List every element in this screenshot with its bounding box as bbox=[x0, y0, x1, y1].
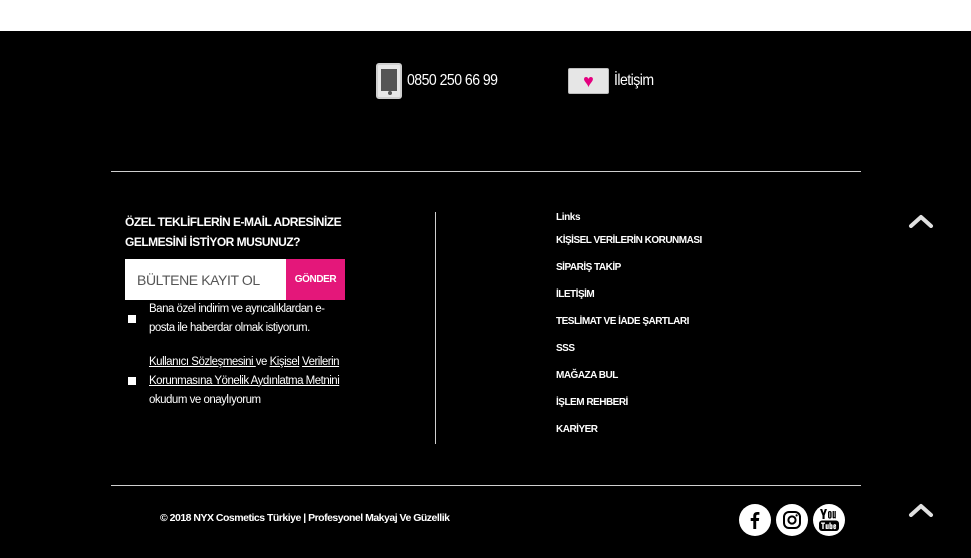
youtube-icon[interactable] bbox=[813, 504, 845, 536]
privacy-notice-link-a[interactable]: Kişisel bbox=[270, 356, 300, 368]
phone-icon bbox=[376, 63, 402, 99]
list-item: MAĞAZA BUL bbox=[556, 368, 702, 395]
phone-contact[interactable]: 0850 250 66 99 bbox=[376, 62, 510, 100]
divider-bottom bbox=[111, 485, 861, 486]
divider-top bbox=[111, 171, 861, 172]
list-item: SSS bbox=[556, 341, 702, 368]
newsletter-email-input[interactable] bbox=[125, 259, 286, 300]
list-item: İŞLEM REHBERİ bbox=[556, 395, 702, 422]
newsletter-submit-button[interactable]: GÖNDER bbox=[286, 259, 345, 300]
column-divider bbox=[435, 212, 436, 444]
facebook-icon[interactable] bbox=[739, 504, 771, 536]
newsletter-form: GÖNDER bbox=[125, 259, 345, 300]
list-item: SİPARİŞ TAKİP bbox=[556, 260, 702, 287]
list-item: KARİYER bbox=[556, 422, 702, 449]
link-personal-data[interactable]: KİŞİSEL VERİLERİN KORUNMASI bbox=[556, 235, 702, 246]
scroll-to-top-icon[interactable] bbox=[908, 214, 934, 228]
copyright-text: © 2018 NYX Cosmetics Türkiye | Profesyon… bbox=[160, 512, 450, 524]
links-title: Links bbox=[556, 212, 581, 223]
contact-label: İletişim bbox=[614, 72, 654, 89]
link-faq[interactable]: SSS bbox=[556, 343, 575, 354]
link-transaction-guide[interactable]: İŞLEM REHBERİ bbox=[556, 397, 628, 408]
top-white-bar bbox=[0, 0, 971, 31]
list-item: TESLİMAT VE İADE ŞARTLARI bbox=[556, 314, 702, 341]
instagram-icon[interactable] bbox=[776, 504, 808, 536]
link-contact[interactable]: İLETİŞİM bbox=[556, 289, 595, 300]
consent-text-marketing: Bana özel indirim ve ayrıcalıklardan e-p… bbox=[149, 303, 325, 334]
phone-number: 0850 250 66 99 bbox=[407, 72, 498, 89]
link-careers[interactable]: KARİYER bbox=[556, 424, 598, 435]
scroll-to-top-icon[interactable] bbox=[908, 503, 934, 517]
consent-row-marketing: Bana özel indirim ve ayrıcalıklardan e-p… bbox=[128, 300, 344, 338]
link-delivery-returns[interactable]: TESLİMAT VE İADE ŞARTLARI bbox=[556, 316, 689, 327]
consent-checkbox-terms[interactable] bbox=[128, 377, 136, 385]
newsletter-title: ÖZEL TEKLİFLERİN E-MAİL ADRESİNİZE GELME… bbox=[125, 215, 342, 249]
consent-row-terms: Kullanıcı Sözleşmesini ve Kişisel Verile… bbox=[128, 343, 344, 419]
consent-terms-mid: ve bbox=[255, 355, 270, 368]
consent-checkbox-marketing[interactable] bbox=[128, 315, 136, 323]
consent-terms-tail: okudum ve onaylıyorum bbox=[149, 393, 261, 406]
list-item: KİŞİSEL VERİLERİN KORUNMASI bbox=[556, 233, 702, 260]
heart-envelope-icon: ♥ bbox=[568, 68, 609, 94]
list-item: İLETİŞİM bbox=[556, 287, 702, 314]
contact-link[interactable]: ♥ İletişim bbox=[568, 62, 659, 100]
consent-text-terms: Kullanıcı Sözleşmesini ve Kişisel Verile… bbox=[149, 353, 344, 410]
user-agreement-link[interactable]: Kullanıcı Sözleşmesini bbox=[149, 356, 256, 368]
link-store-locator[interactable]: MAĞAZA BUL bbox=[556, 370, 618, 381]
footer-links-list: KİŞİSEL VERİLERİN KORUNMASI SİPARİŞ TAKİ… bbox=[556, 233, 702, 449]
link-order-tracking[interactable]: SİPARİŞ TAKİP bbox=[556, 262, 621, 273]
